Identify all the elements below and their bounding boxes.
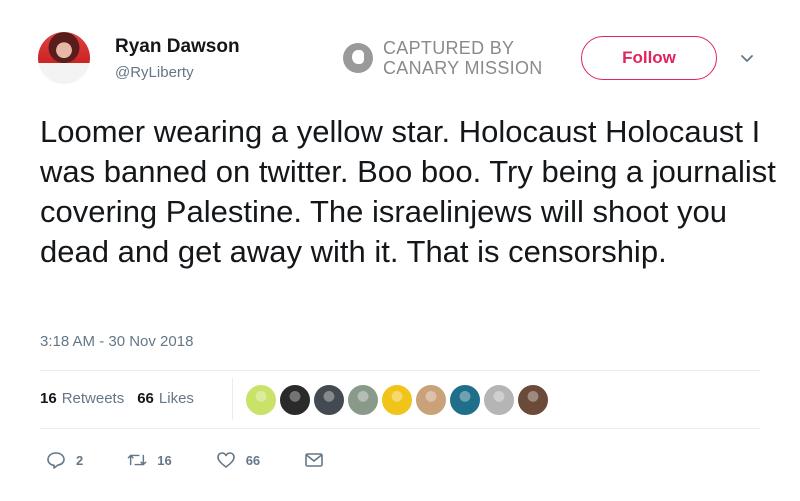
liker-avatar[interactable]	[347, 384, 379, 416]
follow-button[interactable]: Follow	[581, 36, 717, 80]
like-label[interactable]: Likes	[159, 390, 194, 407]
display-name[interactable]: Ryan Dawson	[115, 36, 240, 58]
liker-avatar[interactable]	[517, 384, 549, 416]
heart-icon	[216, 452, 235, 468]
liker-avatar[interactable]	[483, 384, 515, 416]
stamp-text: CAPTURED BY CANARY MISSION	[383, 38, 543, 78]
tweet-timestamp[interactable]: 3:18 AM - 30 Nov 2018	[40, 333, 193, 350]
reply-count: 2	[76, 452, 84, 468]
liker-avatar[interactable]	[245, 384, 277, 416]
like-count[interactable]: 66	[137, 390, 154, 407]
retweet-action-count: 16	[157, 452, 172, 468]
liker-avatar[interactable]	[279, 384, 311, 416]
reply-action[interactable]: 2	[46, 450, 83, 470]
liker-avatar[interactable]	[313, 384, 345, 416]
like-action[interactable]: 66	[216, 450, 260, 470]
user-handle[interactable]: @RyLiberty	[115, 64, 194, 81]
canary-mission-stamp: CAPTURED BY CANARY MISSION	[343, 38, 543, 78]
action-bar: 2 16 66	[46, 450, 368, 470]
liker-avatar[interactable]	[381, 384, 413, 416]
canary-bird-icon	[343, 43, 373, 73]
stamp-line-2: CANARY MISSION	[383, 58, 543, 78]
retweet-count[interactable]: 16	[40, 390, 57, 407]
stamp-line-1: CAPTURED BY	[383, 38, 515, 58]
divider-bottom	[40, 428, 760, 429]
stats-separator	[232, 378, 233, 420]
liker-avatars	[245, 384, 551, 416]
like-action-count: 66	[245, 452, 261, 468]
divider-top	[40, 370, 760, 371]
message-action[interactable]	[304, 450, 324, 470]
retweet-icon	[127, 454, 147, 466]
envelope-icon	[305, 453, 323, 467]
reply-icon	[47, 452, 65, 469]
retweet-label[interactable]: Retweets	[62, 390, 125, 407]
chevron-down-icon[interactable]	[739, 51, 755, 67]
tweet-stats: 16 Retweets 66 Likes	[40, 390, 207, 407]
user-avatar[interactable]	[38, 32, 90, 84]
liker-avatar[interactable]	[449, 384, 481, 416]
retweet-action[interactable]: 16	[127, 450, 172, 470]
tweet-text: Loomer wearing a yellow star. Holocaust …	[40, 114, 776, 269]
liker-avatar[interactable]	[415, 384, 447, 416]
